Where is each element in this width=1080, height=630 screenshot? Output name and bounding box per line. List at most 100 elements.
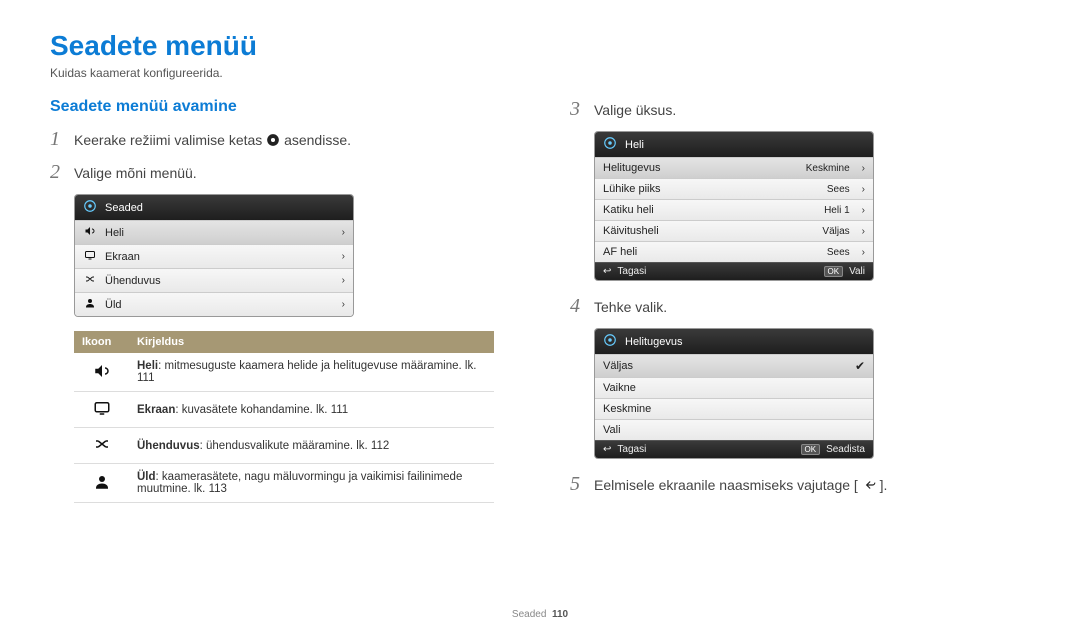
page-subtitle: Kuidas kaamerat konfigureerida. bbox=[50, 66, 1030, 80]
settings-panel-helitugevus: Helitugevus Väljas ✔ Vaikne Keskmine Val… bbox=[594, 328, 874, 459]
desc-rest: : mitmesuguste kaamera helide ja helitug… bbox=[137, 360, 476, 384]
table-header-icon: Ikoon bbox=[74, 331, 129, 353]
panel-header: Helitugevus bbox=[595, 329, 873, 354]
chevron-right-icon: › bbox=[342, 251, 345, 262]
step-number: 1 bbox=[50, 128, 64, 151]
chevron-right-icon: › bbox=[342, 275, 345, 286]
step-number: 5 bbox=[570, 473, 584, 496]
desc-rest: : kaamerasätete, nagu mäluvormingu ja va… bbox=[137, 471, 462, 495]
section-heading: Seadete menüü avamine bbox=[50, 98, 510, 116]
panel-row-label: Käivitusheli bbox=[603, 225, 814, 237]
connectivity-icon bbox=[93, 444, 111, 456]
panel-header: Seaded bbox=[75, 195, 353, 220]
display-icon bbox=[83, 249, 97, 264]
step-1-text-post: asendisse. bbox=[284, 132, 351, 148]
panel-row-label: Ekraan bbox=[105, 251, 330, 263]
chevron-right-icon: › bbox=[862, 163, 865, 174]
ok-button[interactable]: OK bbox=[824, 266, 844, 277]
desc-rest: : ühendusvalikute määramine. lk. 112 bbox=[200, 440, 390, 452]
panel-title: Seaded bbox=[105, 202, 143, 214]
chevron-right-icon: › bbox=[862, 205, 865, 216]
table-row: Ekraan: kuvasätete kohandamine. lk. 111 bbox=[74, 392, 494, 428]
step-4-text: Tehke valik. bbox=[594, 299, 667, 315]
panel-row-label: Väljas bbox=[603, 360, 847, 372]
display-icon bbox=[93, 408, 111, 420]
page-title: Seadete menüü bbox=[50, 30, 1030, 62]
panel-row-heli[interactable]: Heli › bbox=[75, 220, 353, 244]
panel-row-uhenduvus[interactable]: Ühenduvus › bbox=[75, 268, 353, 292]
panel-row-vaikne[interactable]: Vaikne bbox=[595, 377, 873, 398]
panel-row-kaivitusheli[interactable]: Käivitusheli Väljas › bbox=[595, 220, 873, 241]
panel-row-valjas[interactable]: Väljas ✔ bbox=[595, 354, 873, 377]
panel-footer: ↩ Tagasi OK Vali bbox=[595, 262, 873, 280]
back-label: Tagasi bbox=[617, 444, 646, 455]
panel-title: Helitugevus bbox=[625, 336, 682, 348]
panel-row-vali[interactable]: Vali bbox=[595, 419, 873, 440]
panel-row-value: Sees bbox=[827, 184, 850, 195]
panel-header: Heli bbox=[595, 132, 873, 157]
chevron-right-icon: › bbox=[342, 227, 345, 238]
panel-title: Heli bbox=[625, 139, 644, 151]
panel-row-uld[interactable]: Üld › bbox=[75, 292, 353, 316]
desc-bold: Heli bbox=[137, 360, 158, 372]
table-row: Heli: mitmesuguste kaamera helide ja hel… bbox=[74, 353, 494, 392]
settings-panel-main: Seaded Heli › Ekraan › Ühenduvus › Üld › bbox=[74, 194, 354, 317]
step-1-text-pre: Keerake režiimi valimise ketas bbox=[74, 132, 266, 148]
gear-icon bbox=[603, 136, 617, 153]
back-icon[interactable]: ↩ bbox=[603, 266, 611, 277]
desc-bold: Üld bbox=[137, 471, 156, 483]
chevron-right-icon: › bbox=[862, 184, 865, 195]
ok-button[interactable]: OK bbox=[801, 444, 821, 455]
step-3: 3 Valige üksus. bbox=[570, 98, 1030, 121]
back-icon[interactable]: ↩ bbox=[603, 444, 611, 455]
panel-row-label: Ühenduvus bbox=[105, 275, 330, 287]
panel-row-label: Keskmine bbox=[603, 403, 865, 415]
step-number: 3 bbox=[570, 98, 584, 121]
panel-row-label: Lühike piiks bbox=[603, 183, 819, 195]
step-number: 4 bbox=[570, 295, 584, 318]
step-3-text: Valige üksus. bbox=[594, 102, 676, 118]
panel-row-label: Heli bbox=[105, 227, 330, 239]
panel-row-value: Sees bbox=[827, 247, 850, 258]
panel-row-katiku-heli[interactable]: Katiku heli Heli 1 › bbox=[595, 199, 873, 220]
panel-row-value: Keskmine bbox=[806, 163, 850, 174]
panel-row-value: Väljas bbox=[822, 226, 849, 237]
chevron-right-icon: › bbox=[862, 226, 865, 237]
table-header-desc: Kirjeldus bbox=[129, 331, 494, 353]
panel-row-keskmine[interactable]: Keskmine bbox=[595, 398, 873, 419]
user-icon bbox=[83, 297, 97, 312]
ok-label: Vali bbox=[849, 266, 865, 277]
step-5: 5 Eelmisele ekraanile naasmiseks vajutag… bbox=[570, 473, 1030, 496]
check-icon: ✔ bbox=[855, 359, 865, 373]
chevron-right-icon: › bbox=[342, 299, 345, 310]
settings-panel-heli: Heli Helitugevus Keskmine › Lühike piiks… bbox=[594, 131, 874, 281]
footer-section: Seaded bbox=[512, 609, 546, 620]
panel-row-label: Katiku heli bbox=[603, 204, 816, 216]
panel-row-ekraan[interactable]: Ekraan › bbox=[75, 244, 353, 268]
panel-row-label: Vali bbox=[603, 424, 865, 436]
desc-rest: : kuvasätete kohandamine. lk. 111 bbox=[175, 404, 348, 416]
user-icon bbox=[93, 482, 111, 494]
panel-row-value: Heli 1 bbox=[824, 205, 850, 216]
back-label: Tagasi bbox=[617, 266, 646, 277]
left-column: Seadete menüü avamine 1 Keerake režiimi … bbox=[50, 98, 510, 506]
panel-row-label: Vaikne bbox=[603, 382, 865, 394]
panel-row-luhike-piiks[interactable]: Lühike piiks Sees › bbox=[595, 178, 873, 199]
gear-icon bbox=[266, 133, 280, 147]
chevron-right-icon: › bbox=[862, 247, 865, 258]
icon-description-table: Ikoon Kirjeldus Heli: mitmesuguste kaame… bbox=[74, 331, 494, 503]
desc-bold: Ekraan bbox=[137, 404, 175, 416]
back-icon bbox=[862, 478, 876, 492]
panel-row-label: AF heli bbox=[603, 246, 819, 258]
footer-page-number: 110 bbox=[552, 609, 568, 620]
panel-row-label: Helitugevus bbox=[603, 162, 798, 174]
panel-row-helitugevus[interactable]: Helitugevus Keskmine › bbox=[595, 157, 873, 178]
gear-icon bbox=[603, 333, 617, 350]
panel-row-af-heli[interactable]: AF heli Sees › bbox=[595, 241, 873, 262]
step-2: 2 Valige mõni menüü. bbox=[50, 161, 510, 184]
step-5-text-post: ]. bbox=[880, 477, 888, 493]
step-2-text: Valige mõni menüü. bbox=[74, 165, 197, 181]
table-row: Ühenduvus: ühendusvalikute määramine. lk… bbox=[74, 428, 494, 464]
connectivity-icon bbox=[83, 273, 97, 288]
step-5-text-pre: Eelmisele ekraanile naasmiseks vajutage … bbox=[594, 477, 858, 493]
